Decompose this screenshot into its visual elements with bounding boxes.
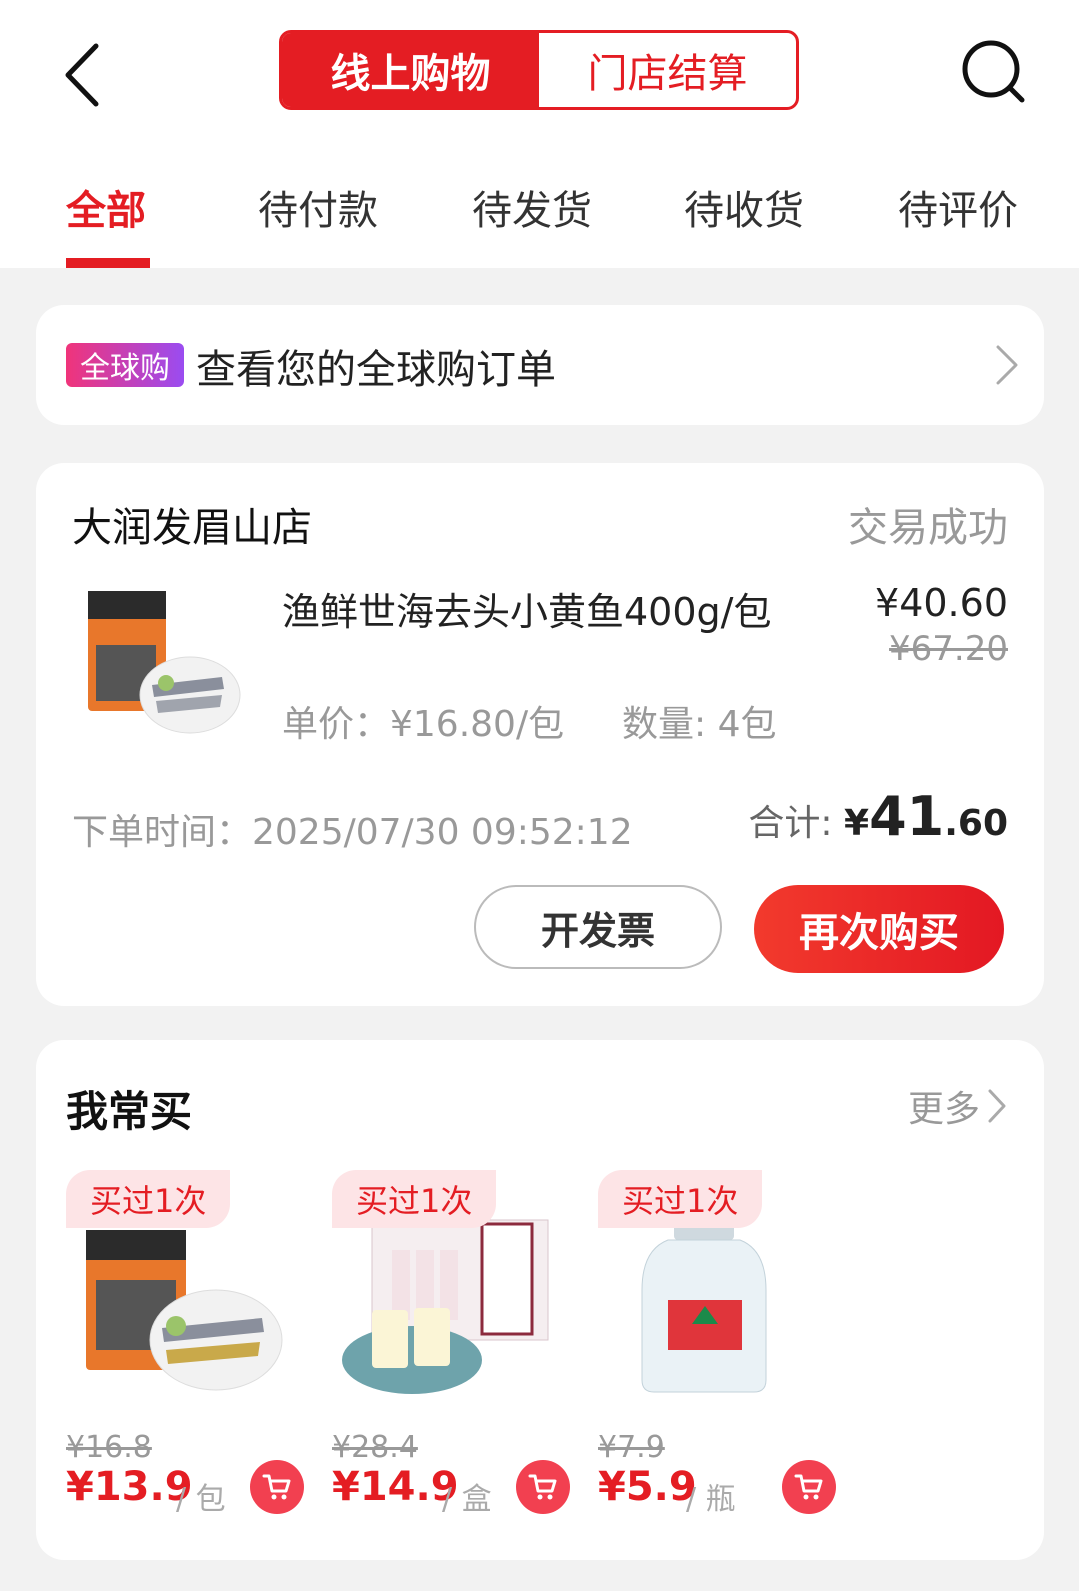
add-to-cart-button[interactable] [516, 1460, 570, 1514]
original-price: ¥16.8 [66, 1430, 152, 1465]
store-name: 大润发眉山店 [72, 505, 312, 551]
product-price: ¥40.60 [875, 581, 1008, 625]
cart-icon [528, 1474, 557, 1500]
more-link[interactable]: 更多 [908, 1080, 1008, 1132]
total-label: 合计: [748, 803, 844, 844]
frequent-item[interactable]: 买过1次 ¥7.9 ¥5.9 / 瓶 [598, 1170, 838, 1550]
order-tabs: 全部 待付款 待发货 待收货 待评价 [0, 168, 1079, 268]
total-currency: ¥ [844, 803, 870, 844]
tab-all[interactable]: 全部 [66, 178, 146, 236]
search-icon[interactable] [960, 38, 1030, 108]
global-badge: 全球购 [66, 343, 184, 387]
bought-badge: 买过1次 [66, 1170, 231, 1228]
order-status: 交易成功 [848, 505, 1008, 551]
product-image [342, 1219, 549, 1394]
section-title: 我常买 [66, 1087, 193, 1136]
product-image [88, 591, 241, 734]
header: 线上购物 门店结算 全部 待付款 待发货 待收货 待评价 [0, 0, 1079, 268]
frequently-bought-section: 我常买 更多 买过1次 ¥16.8 ¥13.9 / 包 买过1次 ¥28.4 ¥… [36, 1040, 1044, 1560]
bought-badge: 买过1次 [598, 1170, 763, 1228]
product-name[interactable]: 渔鲜世海去头小黄鱼400g/包 [282, 581, 771, 636]
quantity: 数量: 4包 [622, 704, 777, 745]
original-price: ¥7.9 [598, 1430, 665, 1465]
segment-online-shopping[interactable]: 线上购物 [282, 33, 539, 107]
global-orders-banner[interactable]: 全球购 查看您的全球购订单 [36, 305, 1044, 425]
buy-again-button[interactable]: 再次购买 [754, 885, 1004, 973]
product-original-price: ¥67.20 [889, 629, 1008, 669]
back-arrow-icon[interactable] [60, 40, 110, 110]
bought-badge: 买过1次 [332, 1170, 497, 1228]
unit-price: 单价：¥16.80/包 [282, 704, 565, 745]
order-time: 下单时间：2025/07/30 09:52:12 [72, 812, 633, 853]
add-to-cart-button[interactable] [250, 1460, 304, 1514]
tab-pending-payment[interactable]: 待付款 [258, 178, 378, 236]
cart-icon [262, 1474, 291, 1500]
price: ¥5.9 [598, 1464, 697, 1510]
more-label: 更多 [907, 1089, 980, 1130]
tab-pending-receipt[interactable]: 待收货 [684, 178, 804, 236]
chevron-right-icon [996, 345, 1018, 385]
order-card[interactable]: 大润发眉山店 交易成功 渔鲜世海去头小黄鱼400g/包 ¥40.60 ¥67.2… [36, 463, 1044, 1006]
frequent-item[interactable]: 买过1次 ¥16.8 ¥13.9 / 包 [66, 1170, 306, 1550]
product-image [641, 1220, 767, 1393]
chevron-right-icon [988, 1089, 1006, 1123]
total-decimal: .60 [944, 803, 1008, 844]
price: ¥13.9 [66, 1464, 193, 1510]
order-total: 合计: ¥41.60 [748, 785, 1008, 848]
active-tab-indicator [66, 258, 150, 268]
price-unit: / 盒 [442, 1482, 492, 1517]
global-orders-text: 查看您的全球购订单 [196, 347, 556, 393]
price-unit: / 包 [176, 1482, 226, 1517]
price: ¥14.9 [332, 1464, 459, 1510]
tab-pending-review[interactable]: 待评价 [898, 178, 1018, 236]
add-to-cart-button[interactable] [782, 1460, 836, 1514]
price-unit: / 瓶 [686, 1482, 736, 1517]
segment-store-checkout[interactable]: 门店结算 [539, 33, 796, 107]
cart-icon [794, 1474, 823, 1500]
tab-pending-shipment[interactable]: 待发货 [472, 178, 592, 236]
invoice-button[interactable]: 开发票 [474, 885, 722, 969]
product-image [86, 1230, 283, 1391]
mode-switch: 线上购物 门店结算 [279, 30, 799, 110]
original-price: ¥28.4 [332, 1430, 418, 1465]
total-integer: 41 [869, 785, 945, 848]
frequent-item[interactable]: 买过1次 ¥28.4 ¥14.9 / 盒 [332, 1170, 572, 1550]
